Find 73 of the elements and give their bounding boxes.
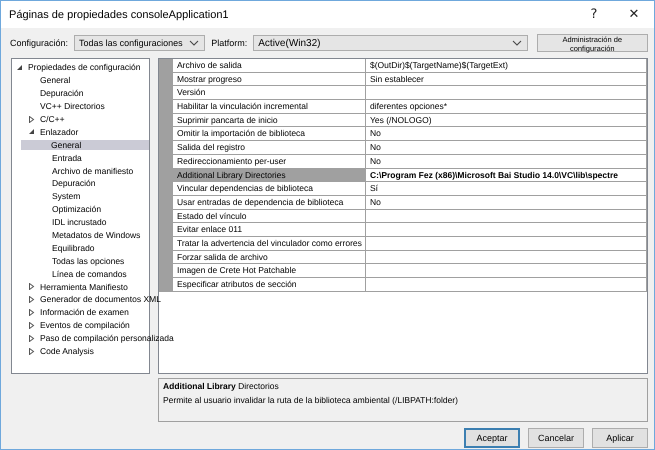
chevron-down-icon	[512, 40, 522, 46]
property-value: Yes (/NOLOGO)	[370, 114, 432, 125]
property-name[interactable]: Estado del vínculo	[173, 210, 366, 222]
property-name[interactable]: Omitir la importación de biblioteca	[173, 127, 366, 140]
field-label: Platform:	[211, 38, 248, 48]
property-name[interactable]: Imagen de Crete Hot Patchable	[173, 264, 366, 277]
description-text: Permite al usuario invalidar la ruta de la biblioteca ambiental (/LIBPATH:folder)	[163, 395, 459, 405]
tree-item[interactable]: Depuración	[39, 88, 84, 98]
property-value: No	[370, 156, 381, 166]
close-button[interactable]: ✕	[614, 1, 654, 28]
collapsed-triangle-icon[interactable]	[28, 308, 35, 316]
dropdown[interactable]: Active(Win32)	[253, 35, 528, 51]
property-name[interactable]: Suprimir pancarta de inicio	[173, 114, 366, 126]
tree-item[interactable]: General	[21, 140, 149, 150]
tree-item[interactable]: Equilibrado	[51, 242, 96, 253]
tree-item[interactable]: Línea de comandos	[51, 268, 128, 279]
property-name[interactable]: Usar entradas de dependencia de biblioteca	[173, 196, 366, 209]
tree-item[interactable]: C/C++	[39, 114, 66, 124]
collapsed-triangle-icon[interactable]	[28, 283, 35, 290]
help-button[interactable]: ?	[574, 1, 614, 28]
dialog-button[interactable]: Aplicar	[592, 428, 648, 448]
property-name[interactable]: Evitar enlace 011	[173, 223, 366, 236]
chevron-down-icon	[189, 40, 200, 46]
tree-item[interactable]: VC++ Directorios	[39, 101, 106, 112]
expanded-triangle-icon[interactable]	[16, 64, 23, 71]
property-name[interactable]: Forzar salida de archivo	[173, 250, 366, 264]
collapsed-triangle-icon[interactable]	[28, 348, 35, 355]
property-name[interactable]: Vincular dependencias de biblioteca	[173, 182, 366, 195]
property-value: diferentes opciones*	[370, 101, 448, 112]
tree-item[interactable]: Información de examen	[39, 307, 130, 318]
collapsed-triangle-icon[interactable]	[28, 322, 35, 329]
tree-item[interactable]: Entrada	[51, 152, 83, 163]
property-name[interactable]: Habilitar la vinculación incremental	[173, 100, 366, 113]
field-label: Configuración:	[10, 38, 68, 48]
tree-item[interactable]: System	[51, 191, 82, 202]
property-name[interactable]: Archivo de salida	[173, 59, 366, 72]
dropdown[interactable]: Todas las configuraciones	[74, 35, 206, 51]
property-value: No	[370, 128, 381, 138]
collapsed-triangle-icon[interactable]	[28, 334, 35, 342]
property-name[interactable]: Versión	[173, 86, 366, 100]
tree-item[interactable]: Archivo de manifiesto	[51, 166, 134, 176]
property-name[interactable]: Mostrar progreso	[173, 72, 366, 86]
window-title: Páginas de propiedades consoleApplication1	[9, 8, 230, 20]
property-name[interactable]: Especificar atributos de sección	[173, 278, 366, 291]
tree-item[interactable]: Depuración	[51, 178, 96, 188]
description-title: Additional Library Directorios	[163, 381, 280, 391]
property-name[interactable]: Redireccionamiento per-user	[173, 154, 366, 168]
tree-item[interactable]: Optimización	[51, 204, 102, 214]
dialog-button[interactable]: Aceptar	[464, 428, 520, 448]
collapsed-triangle-icon[interactable]	[28, 116, 35, 122]
tree-item[interactable]: Propiedades de configuración	[27, 62, 142, 72]
tree-item[interactable]: Generador de documentos XML	[39, 294, 162, 304]
expanded-triangle-icon[interactable]	[28, 128, 35, 136]
collapsed-triangle-icon[interactable]	[28, 296, 35, 303]
property-name[interactable]: Salida del registro	[173, 141, 366, 154]
tree-item[interactable]: General	[39, 75, 72, 86]
property-name[interactable]: Tratar la advertencia del vinculador como errores	[173, 236, 366, 250]
property-value: No	[370, 142, 381, 152]
tree-item[interactable]: Eventos de compilación	[39, 320, 131, 330]
tree-item[interactable]: Code Analysis	[39, 346, 95, 356]
tree-item[interactable]: IDL incrustado	[51, 217, 108, 228]
tree-item[interactable]: Todas las opciones	[51, 256, 126, 266]
tree-item[interactable]: Herramienta Manifiesto	[39, 282, 129, 292]
property-value: No	[370, 196, 381, 207]
dialog-button[interactable]: Cancelar	[528, 428, 584, 448]
property-value: C:\Program Fez (x86)\Microsoft Bai Studio 14.0\VC\lib\spectre	[370, 170, 618, 180]
tree-item[interactable]: Enlazador	[39, 126, 80, 137]
property-value: $(OutDir)$(TargetName)$(TargetExt)	[370, 60, 508, 70]
property-value: Sin establecer	[370, 74, 424, 84]
property-name[interactable]: Additional Library Directories	[173, 168, 366, 182]
tree-item[interactable]: Paso de compilación personalizada	[39, 333, 175, 344]
property-value: Sí	[370, 183, 378, 194]
tree-item[interactable]: Metadatos de Windows	[51, 230, 142, 240]
